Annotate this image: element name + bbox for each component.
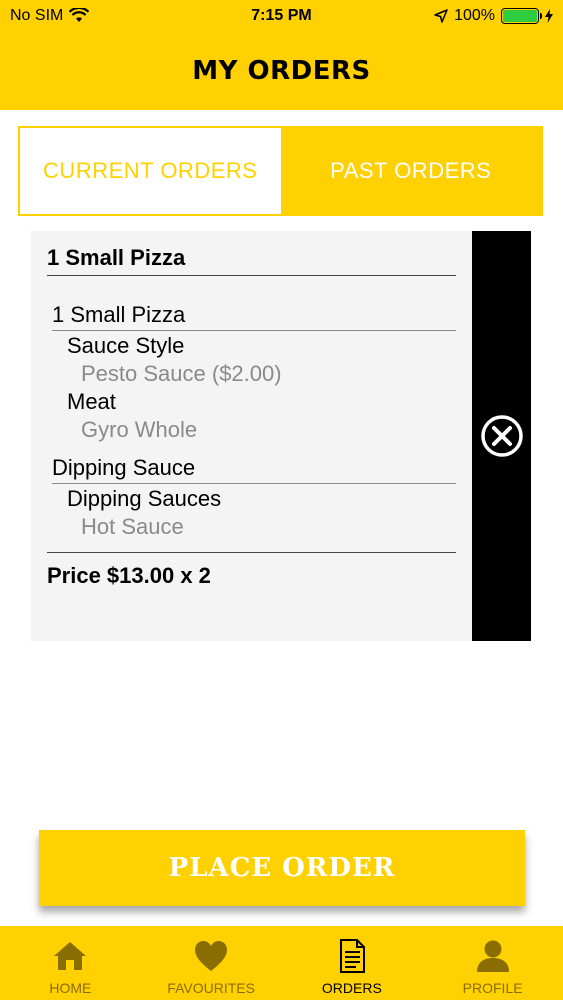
tab-past-orders[interactable]: PAST ORDERS — [280, 128, 541, 214]
wifi-icon — [69, 8, 90, 22]
status-bar: No SIM 7:15 PM 100% — [0, 0, 563, 32]
tab-orders[interactable]: ORDERS — [282, 926, 423, 1000]
option-group-name: Meat — [67, 389, 116, 414]
tab-label: HOME — [49, 980, 92, 996]
battery-percent: 100% — [454, 7, 495, 24]
tab-home[interactable]: HOME — [0, 926, 141, 1000]
delete-order-panel[interactable] — [472, 231, 531, 641]
status-left: No SIM — [10, 7, 90, 25]
option-group-name: Dipping Sauces — [67, 486, 222, 511]
close-circle-icon[interactable] — [480, 414, 524, 458]
item-name: 1 Small Pizza — [52, 302, 456, 331]
person-icon — [476, 940, 509, 972]
app-header: MY ORDERS — [0, 32, 563, 110]
order-price: Price $13.00 x 2 — [47, 552, 456, 589]
heart-icon — [195, 941, 228, 971]
option-value: Gyro Whole — [81, 417, 198, 442]
order-item: 1 Small Pizza Sauce Style Pesto Sauce ($… — [47, 302, 456, 443]
tab-label: PROFILE — [462, 980, 523, 996]
battery-icon — [501, 8, 542, 24]
charging-bolt-icon — [545, 9, 553, 23]
bottom-tab-bar: HOME FAVOURITES ORDERS PROFILE — [0, 926, 563, 1000]
place-order-label: PLACE ORDER — [168, 853, 396, 883]
order-title: 1 Small Pizza — [47, 245, 456, 276]
document-icon — [339, 939, 365, 973]
place-order-button[interactable]: PLACE ORDER — [39, 830, 525, 906]
option-group-name: Sauce Style — [67, 333, 185, 358]
status-right: 100% — [434, 7, 553, 25]
tab-profile[interactable]: PROFILE — [422, 926, 563, 1000]
tab-favourites[interactable]: FAVOURITES — [141, 926, 282, 1000]
page-title: MY ORDERS — [192, 56, 371, 86]
option-value: Hot Sauce — [81, 514, 184, 539]
order-card[interactable]: 1 Small Pizza 1 Small Pizza Sauce Style … — [31, 231, 472, 641]
carrier-label: No SIM — [10, 7, 64, 24]
dipping-block: Dipping Sauce Dipping Sauces Hot Sauce — [47, 455, 456, 540]
home-icon — [54, 942, 87, 970]
dipping-title: Dipping Sauce — [52, 455, 456, 484]
option-value: Pesto Sauce ($2.00) — [81, 361, 282, 386]
location-arrow-icon — [434, 9, 448, 23]
order-tabs: CURRENT ORDERS PAST ORDERS — [18, 126, 543, 216]
tab-current-orders[interactable]: CURRENT ORDERS — [20, 128, 281, 214]
tab-label: FAVOURITES — [167, 980, 255, 996]
tab-label: ORDERS — [321, 980, 382, 996]
